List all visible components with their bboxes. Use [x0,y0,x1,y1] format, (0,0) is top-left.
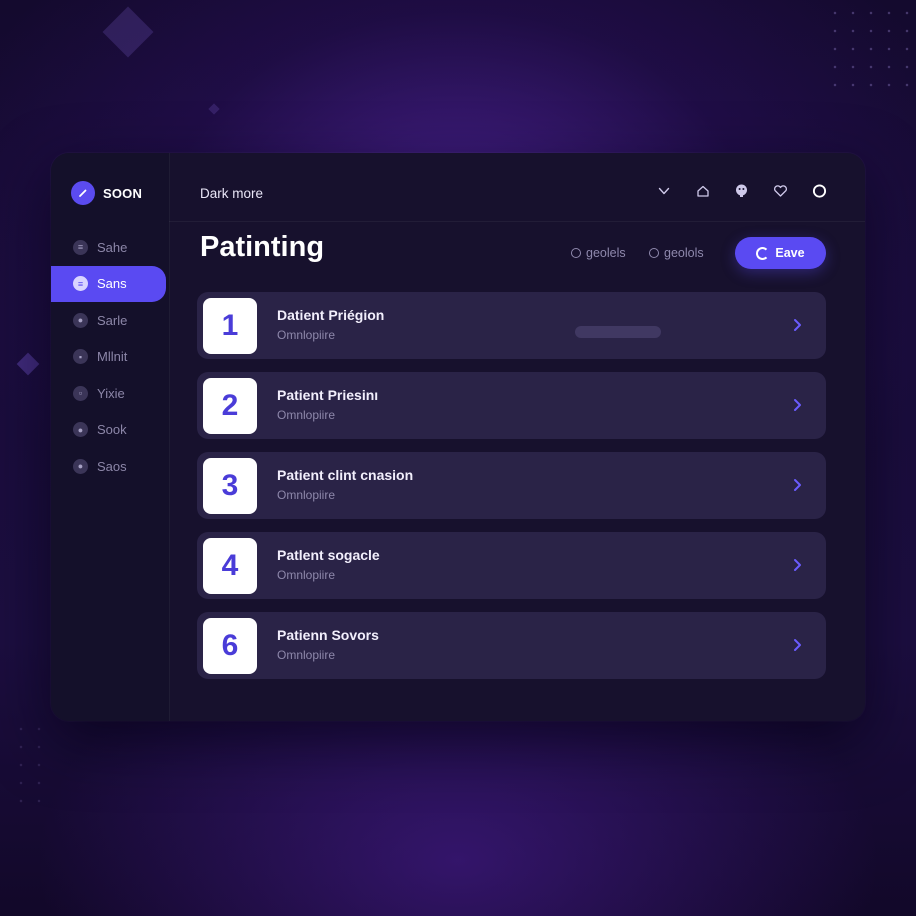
home-icon[interactable] [695,183,710,198]
row-title: Patienn Sovors [277,627,379,643]
doc-icon: ▫ [73,385,88,401]
grid-icon: ▪ [73,349,88,364]
chevron-right-icon[interactable] [788,556,806,574]
row-number-badge: 2 [203,378,257,434]
sidebar-item-sook[interactable]: ● Sook [51,412,169,448]
sidebar-item-label: Sahe [97,239,128,255]
row-subtitle: Omnlopiire [277,568,336,582]
row-title: Patient clint cnasion [277,467,414,483]
decorative-dot-grid [826,4,916,94]
save-button-label: Eave [775,246,805,260]
row-subtitle: Omnlopiire [277,328,336,342]
sidebar-item-label: Sans [97,276,127,291]
row-number-badge: 6 [203,618,257,674]
sidebar-item-sans[interactable]: ≡ Sans [51,265,166,302]
sidebar-item-label: Sarle [97,312,128,328]
chevron-down-icon[interactable] [656,183,671,198]
chevron-right-icon[interactable] [788,396,806,414]
row-number-badge: 3 [203,458,257,514]
row-subtitle: Omnlopiire [277,408,336,422]
sidebar-item-sahe[interactable]: ≡ Sahe [51,229,169,265]
heart-icon[interactable] [773,183,788,198]
sidebar-item-label: Saos [97,458,127,474]
menu-icon: ≡ [73,276,88,291]
sidebar-item-sarle[interactable]: ● Sarle [51,302,169,338]
filter-label: geolels [586,246,626,260]
decorative-diamond [16,352,40,376]
row-placeholder-bar [575,326,661,338]
face-icon[interactable] [734,183,749,198]
sidebar-item-label: Mllnit [97,349,128,364]
sidebar-nav: ≡ Sahe ≡ Sans ● Sarle ▪ Mllnit ▫ Yixie ●… [51,229,169,485]
top-bar: Dark more [169,153,865,222]
list-item[interactable]: 2 Patient Priesinı Omnlopiire [197,372,826,439]
circle-icon: ● [73,312,88,328]
chevron-right-icon[interactable] [788,636,806,654]
decorative-diamond [208,103,220,115]
row-title: Patient Priesinı [277,387,379,403]
circle-icon[interactable] [812,183,827,198]
chevron-right-icon[interactable] [788,476,806,494]
row-title: Patlent sogacle [277,547,380,563]
list-item[interactable]: 4 Patlent sogacle Omnlopiire [197,532,826,599]
row-number-badge: 1 [203,298,257,354]
decorative-dot-grid [12,720,52,810]
filter-geolols[interactable]: geolols [649,246,704,260]
circle-icon: ● [73,422,88,437]
row-subtitle: Omnlopiire [277,648,336,662]
sidebar-item-label: Yixie [97,385,125,401]
list-item[interactable]: 1 Datient Priégion Omnlopiire [197,292,826,359]
chevron-right-icon[interactable] [788,316,806,334]
filter-icon [571,248,581,258]
app-window: SOON ≡ Sahe ≡ Sans ● Sarle ▪ Mllnit ▫ Yi… [51,153,865,721]
circle-icon: ● [73,458,88,474]
save-button[interactable]: Eave [735,237,826,269]
menu-icon: ≡ [73,239,88,255]
sidebar: SOON ≡ Sahe ≡ Sans ● Sarle ▪ Mllnit ▫ Yi… [51,153,170,721]
refresh-icon [756,246,770,260]
patient-list: 1 Datient Priégion Omnlopiire 2 Patient … [197,292,826,692]
row-title: Datient Priégion [277,307,385,323]
sidebar-item-yixie[interactable]: ▫ Yixie [51,375,169,411]
brand[interactable]: SOON [71,181,142,205]
list-item[interactable]: 6 Patienn Sovors Omnlopiire [197,612,826,679]
decorative-diamond [102,6,154,58]
brand-name: SOON [103,185,143,201]
row-subtitle: Omnlopiire [277,488,336,502]
page-title: Patinting [200,231,325,263]
sidebar-item-label: Sook [97,422,127,437]
topbar-title: Dark more [200,186,264,201]
filter-label: geolols [664,246,704,260]
row-number-badge: 4 [203,538,257,594]
filter-icon [649,248,659,258]
topbar-icons [656,183,827,198]
pencil-icon [71,181,95,205]
sidebar-item-saos[interactable]: ● Saos [51,448,169,484]
filter-geolels[interactable]: geolels [571,246,626,260]
list-item[interactable]: 3 Patient clint cnasion Omnlopiire [197,452,826,519]
sidebar-item-mllnit[interactable]: ▪ Mllnit [51,339,169,375]
